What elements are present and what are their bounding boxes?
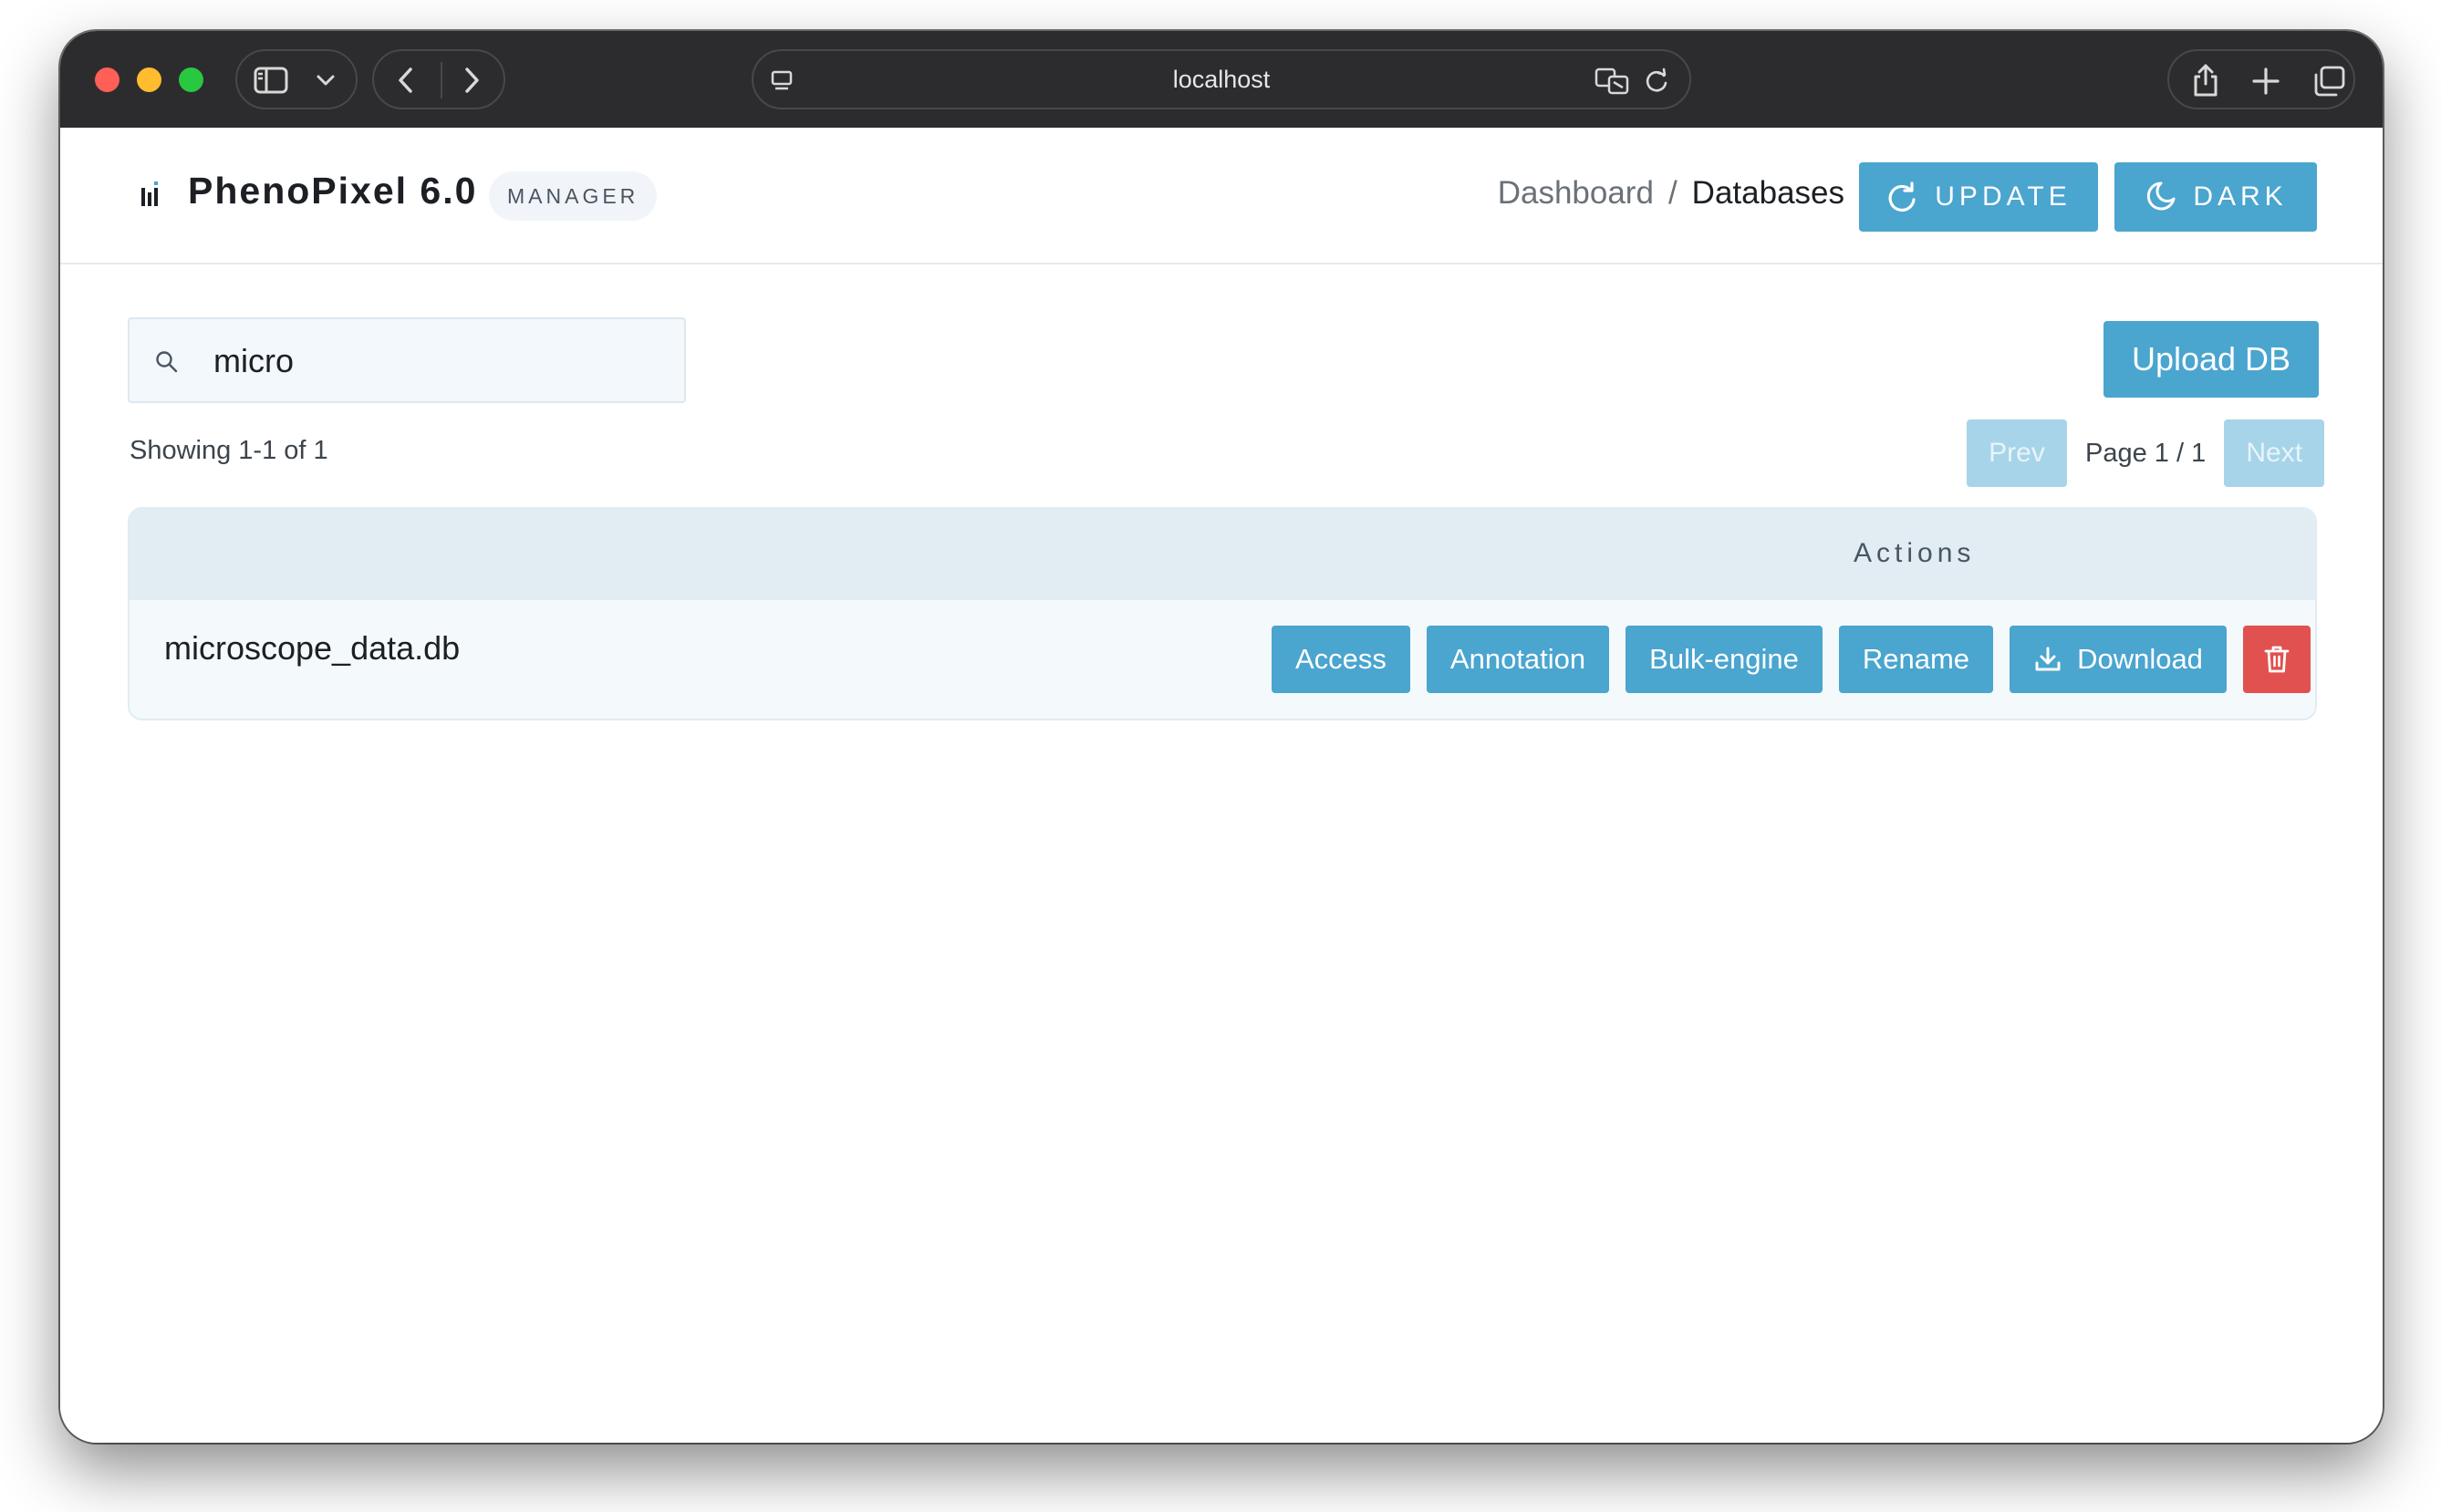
tab-overview-icon[interactable] — [2313, 66, 2346, 97]
access-button[interactable]: Access — [1272, 626, 1410, 693]
update-label: UPDATE — [1935, 181, 2072, 212]
browser-window: localhost PhenoPixel 6.0 MANAGER Dashboa… — [60, 31, 2383, 1443]
breadcrumb: Dashboard / Databases — [1498, 175, 1844, 212]
upload-db-button[interactable]: Upload DB — [2103, 321, 2319, 398]
pagination: Prev Page 1 / 1 Next — [1967, 419, 2325, 487]
dark-mode-button[interactable]: DARK — [2114, 162, 2317, 232]
zoom-window-button[interactable] — [179, 67, 203, 92]
databases-table: Actions microscope_data.db Access Annota… — [128, 507, 2317, 720]
page-content: PhenoPixel 6.0 MANAGER Dashboard / Datab… — [60, 128, 2383, 1443]
address-bar[interactable]: localhost — [752, 49, 1691, 109]
new-tab-icon[interactable] — [2251, 67, 2280, 96]
sidebar-toggle[interactable] — [235, 49, 358, 109]
update-button[interactable]: UPDATE — [1859, 162, 2098, 232]
role-badge: MANAGER — [489, 171, 658, 221]
table-header: Actions — [130, 509, 2315, 600]
row-actions: Access Annotation Bulk-engine Rename Dow… — [1272, 626, 2311, 693]
forward-icon[interactable] — [460, 66, 483, 95]
share-icon[interactable] — [2191, 62, 2220, 98]
close-window-button[interactable] — [95, 67, 119, 92]
annotation-button[interactable]: Annotation — [1426, 626, 1610, 693]
breadcrumb-dashboard[interactable]: Dashboard — [1498, 175, 1654, 212]
database-name: microscope_data.db — [164, 629, 461, 667]
breadcrumb-current: Databases — [1691, 175, 1844, 211]
delete-button[interactable] — [2242, 626, 2311, 693]
dark-label: DARK — [2193, 181, 2288, 212]
chevron-down-icon[interactable] — [316, 73, 336, 88]
refresh-icon — [1888, 181, 1916, 212]
page-menu-icon[interactable] — [770, 69, 794, 93]
download-label: Download — [2077, 643, 2203, 675]
table-row: microscope_data.db Access Annotation Bul… — [130, 600, 2315, 719]
download-icon — [2035, 647, 2061, 671]
search-icon — [156, 351, 178, 373]
breadcrumb-separator: / — [1667, 175, 1678, 211]
translate-icon[interactable] — [1594, 67, 1631, 95]
minimize-window-button[interactable] — [137, 67, 161, 92]
divider — [441, 62, 442, 98]
back-icon[interactable] — [394, 66, 418, 95]
history-navigation — [372, 49, 505, 109]
app-title: PhenoPixel 6.0 — [188, 170, 478, 212]
logo-icon — [141, 181, 158, 206]
prev-page-button[interactable]: Prev — [1967, 419, 2067, 487]
sidebar-icon — [254, 67, 288, 94]
url-text[interactable]: localhost — [1173, 66, 1271, 94]
moon-icon — [2147, 181, 2176, 211]
search-box[interactable] — [128, 317, 686, 403]
trash-icon — [2264, 646, 2290, 673]
results-count: Showing 1-1 of 1 — [130, 436, 328, 465]
column-header-actions: Actions — [1854, 538, 1976, 568]
download-button[interactable]: Download — [2010, 626, 2227, 693]
app-header: PhenoPixel 6.0 MANAGER Dashboard / Datab… — [60, 128, 2383, 264]
rename-button[interactable]: Rename — [1838, 626, 1994, 693]
reload-icon[interactable] — [1644, 67, 1669, 95]
window-actions — [2167, 49, 2355, 109]
page-indicator: Page 1 / 1 — [2085, 438, 2207, 468]
browser-toolbar: localhost — [60, 31, 2383, 128]
bulk-engine-button[interactable]: Bulk-engine — [1626, 626, 1823, 693]
next-page-button[interactable]: Next — [2224, 419, 2325, 487]
search-input[interactable] — [213, 337, 670, 385]
